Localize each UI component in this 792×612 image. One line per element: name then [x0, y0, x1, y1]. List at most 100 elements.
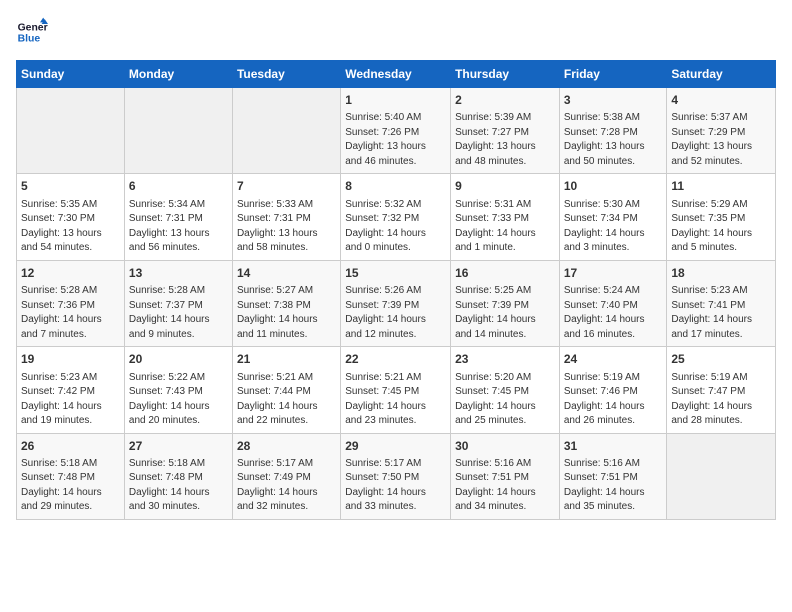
svg-text:Blue: Blue — [18, 34, 41, 45]
day-number: 9 — [455, 178, 555, 195]
day-info: Sunset: 7:29 PM — [671, 126, 771, 141]
day-info: Sunset: 7:35 PM — [671, 212, 771, 227]
day-info: and 54 minutes. — [21, 241, 120, 256]
day-info: and 7 minutes. — [21, 328, 120, 343]
day-info: Sunset: 7:50 PM — [345, 471, 446, 486]
day-info: and 14 minutes. — [455, 328, 555, 343]
day-info: Daylight: 14 hours — [237, 486, 336, 501]
day-info: and 56 minutes. — [129, 241, 228, 256]
weekday-header-monday: Monday — [124, 61, 232, 88]
day-cell: 7Sunrise: 5:33 AMSunset: 7:31 PMDaylight… — [232, 174, 340, 260]
day-info: Daylight: 14 hours — [671, 313, 771, 328]
week-row-1: 1Sunrise: 5:40 AMSunset: 7:26 PMDaylight… — [17, 88, 776, 174]
day-cell: 14Sunrise: 5:27 AMSunset: 7:38 PMDayligh… — [232, 260, 340, 346]
day-cell: 3Sunrise: 5:38 AMSunset: 7:28 PMDaylight… — [559, 88, 667, 174]
day-info: Sunset: 7:30 PM — [21, 212, 120, 227]
day-info: Daylight: 14 hours — [345, 313, 446, 328]
day-number: 14 — [237, 265, 336, 282]
day-cell: 23Sunrise: 5:20 AMSunset: 7:45 PMDayligh… — [451, 347, 560, 433]
day-cell — [124, 88, 232, 174]
weekday-header-thursday: Thursday — [451, 61, 560, 88]
day-info: Sunrise: 5:33 AM — [237, 198, 336, 213]
day-info: Sunrise: 5:17 AM — [345, 457, 446, 472]
day-info: and 58 minutes. — [237, 241, 336, 256]
day-number: 11 — [671, 178, 771, 195]
day-number: 8 — [345, 178, 446, 195]
day-info: Sunrise: 5:32 AM — [345, 198, 446, 213]
day-info: Sunrise: 5:31 AM — [455, 198, 555, 213]
day-cell: 12Sunrise: 5:28 AMSunset: 7:36 PMDayligh… — [17, 260, 125, 346]
day-info: Daylight: 13 hours — [564, 140, 663, 155]
week-row-2: 5Sunrise: 5:35 AMSunset: 7:30 PMDaylight… — [17, 174, 776, 260]
day-cell: 18Sunrise: 5:23 AMSunset: 7:41 PMDayligh… — [667, 260, 776, 346]
day-info: Sunrise: 5:22 AM — [129, 371, 228, 386]
day-info: Daylight: 13 hours — [671, 140, 771, 155]
weekday-header-tuesday: Tuesday — [232, 61, 340, 88]
day-cell — [232, 88, 340, 174]
day-cell: 21Sunrise: 5:21 AMSunset: 7:44 PMDayligh… — [232, 347, 340, 433]
day-cell: 1Sunrise: 5:40 AMSunset: 7:26 PMDaylight… — [341, 88, 451, 174]
day-cell: 27Sunrise: 5:18 AMSunset: 7:48 PMDayligh… — [124, 433, 232, 519]
day-number: 15 — [345, 265, 446, 282]
day-info: Sunrise: 5:29 AM — [671, 198, 771, 213]
day-info: Daylight: 14 hours — [671, 400, 771, 415]
day-info: and 17 minutes. — [671, 328, 771, 343]
day-info: and 11 minutes. — [237, 328, 336, 343]
day-cell — [17, 88, 125, 174]
day-cell: 5Sunrise: 5:35 AMSunset: 7:30 PMDaylight… — [17, 174, 125, 260]
day-info: Sunrise: 5:35 AM — [21, 198, 120, 213]
day-info: Sunrise: 5:28 AM — [21, 284, 120, 299]
day-info: Sunrise: 5:23 AM — [671, 284, 771, 299]
day-info: Daylight: 14 hours — [21, 400, 120, 415]
day-info: and 34 minutes. — [455, 500, 555, 515]
day-number: 26 — [21, 438, 120, 455]
day-number: 16 — [455, 265, 555, 282]
day-info: Sunrise: 5:28 AM — [129, 284, 228, 299]
day-cell: 22Sunrise: 5:21 AMSunset: 7:45 PMDayligh… — [341, 347, 451, 433]
day-info: Sunset: 7:48 PM — [129, 471, 228, 486]
day-info: Sunrise: 5:23 AM — [21, 371, 120, 386]
day-number: 3 — [564, 92, 663, 109]
day-info: Sunset: 7:36 PM — [21, 299, 120, 314]
day-number: 7 — [237, 178, 336, 195]
day-number: 1 — [345, 92, 446, 109]
day-info: Sunrise: 5:18 AM — [21, 457, 120, 472]
day-number: 6 — [129, 178, 228, 195]
day-info: Daylight: 14 hours — [21, 313, 120, 328]
day-info: and 52 minutes. — [671, 155, 771, 170]
day-number: 17 — [564, 265, 663, 282]
day-number: 21 — [237, 351, 336, 368]
day-info: Sunset: 7:34 PM — [564, 212, 663, 227]
day-cell: 4Sunrise: 5:37 AMSunset: 7:29 PMDaylight… — [667, 88, 776, 174]
day-info: Sunset: 7:44 PM — [237, 385, 336, 400]
day-info: and 35 minutes. — [564, 500, 663, 515]
day-cell: 9Sunrise: 5:31 AMSunset: 7:33 PMDaylight… — [451, 174, 560, 260]
day-info: Sunrise: 5:26 AM — [345, 284, 446, 299]
day-cell: 13Sunrise: 5:28 AMSunset: 7:37 PMDayligh… — [124, 260, 232, 346]
day-info: and 46 minutes. — [345, 155, 446, 170]
day-info: Sunrise: 5:18 AM — [129, 457, 228, 472]
day-cell: 10Sunrise: 5:30 AMSunset: 7:34 PMDayligh… — [559, 174, 667, 260]
day-cell: 26Sunrise: 5:18 AMSunset: 7:48 PMDayligh… — [17, 433, 125, 519]
day-cell: 15 Sunrise: 5:26 AMSunset: 7:39 PMDayligh… — [341, 260, 451, 346]
day-info: Sunrise: 5:37 AM — [671, 111, 771, 126]
weekday-header-saturday: Saturday — [667, 61, 776, 88]
day-info: and 30 minutes. — [129, 500, 228, 515]
day-info: Sunrise: 5:24 AM — [564, 284, 663, 299]
day-number: 19 — [21, 351, 120, 368]
day-info: Daylight: 13 hours — [21, 227, 120, 242]
day-number: 2 — [455, 92, 555, 109]
day-info: Daylight: 14 hours — [564, 227, 663, 242]
day-cell: 17Sunrise: 5:24 AMSunset: 7:40 PMDayligh… — [559, 260, 667, 346]
day-number: 31 — [564, 438, 663, 455]
day-info: Sunset: 7:45 PM — [345, 385, 446, 400]
day-info: Sunset: 7:39 PM — [345, 299, 446, 314]
day-cell: 8Sunrise: 5:32 AMSunset: 7:32 PMDaylight… — [341, 174, 451, 260]
day-cell: 16Sunrise: 5:25 AMSunset: 7:39 PMDayligh… — [451, 260, 560, 346]
day-info: Sunset: 7:27 PM — [455, 126, 555, 141]
day-info: and 48 minutes. — [455, 155, 555, 170]
day-info: Sunrise: 5:19 AM — [564, 371, 663, 386]
day-info: and 33 minutes. — [345, 500, 446, 515]
day-number: 30 — [455, 438, 555, 455]
day-info: Daylight: 14 hours — [129, 486, 228, 501]
